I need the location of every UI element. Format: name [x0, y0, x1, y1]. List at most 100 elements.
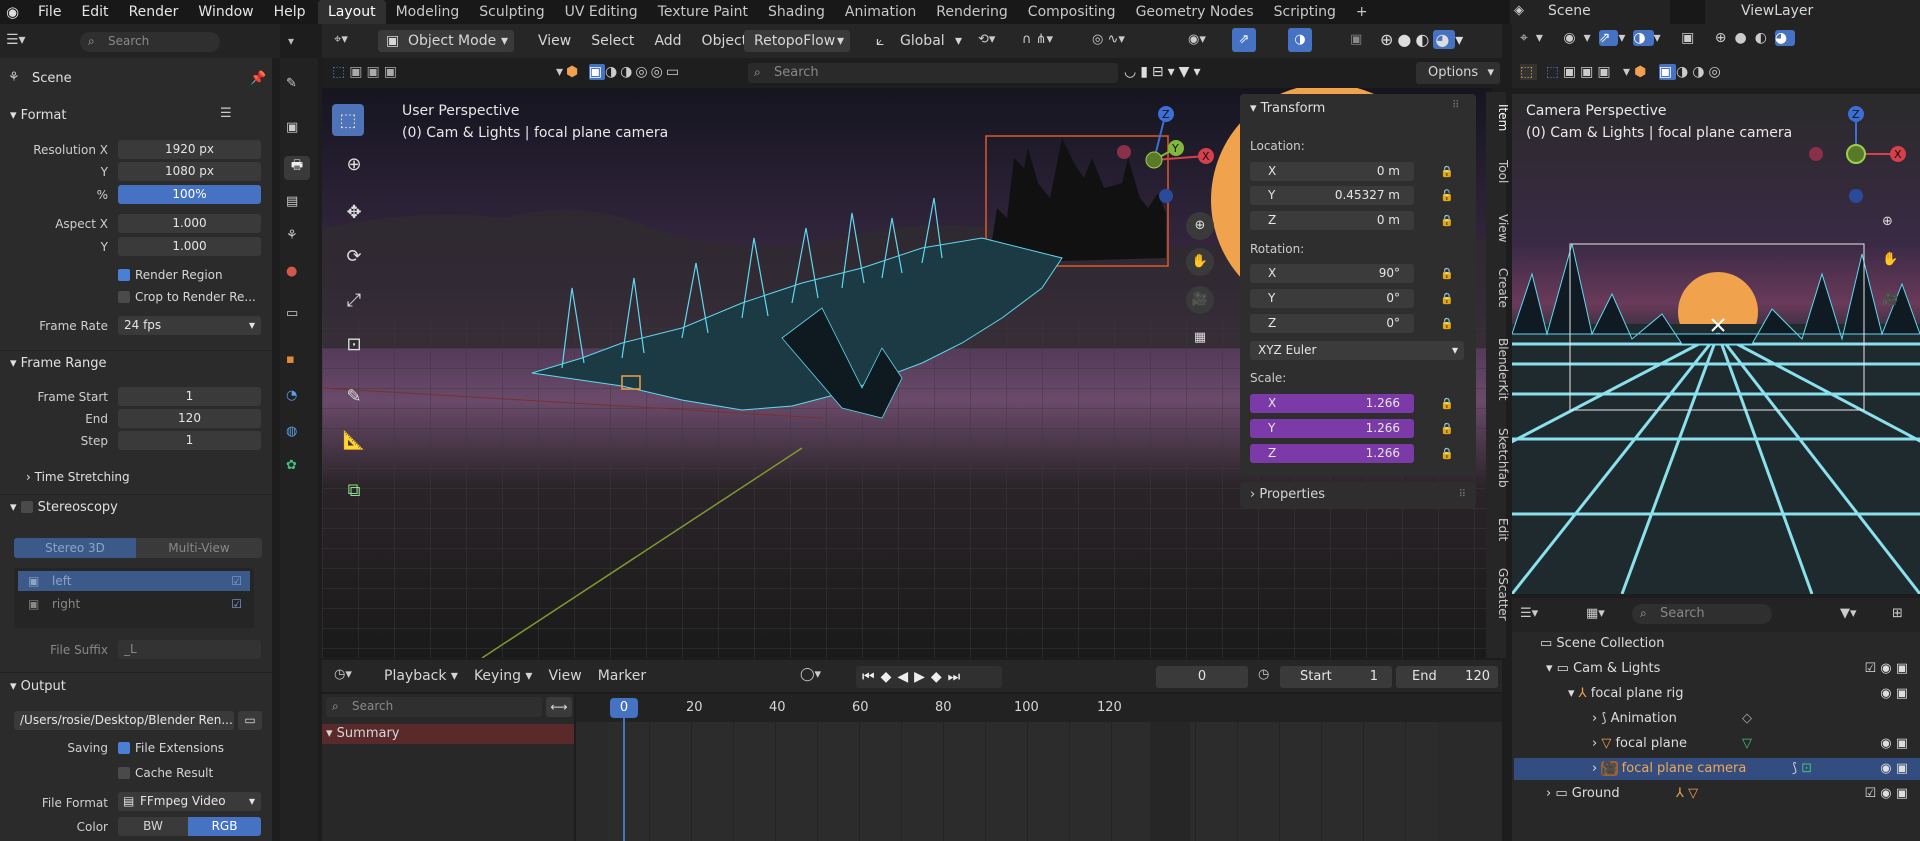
side-tab-create[interactable]: Create — [1490, 268, 1510, 308]
retopoflow-dropdown[interactable]: RetopoFlow ▾ — [744, 30, 850, 52]
outliner-editor-icon[interactable]: ☰▾ — [1520, 606, 1538, 621]
tab-scripting[interactable]: Scripting — [1264, 0, 1346, 24]
menu-help[interactable]: Help — [264, 4, 316, 20]
timeline-menu-marker[interactable]: Marker — [590, 668, 654, 684]
time-stretching-section[interactable]: › Time Stretching — [26, 470, 130, 484]
scene-selector[interactable]: ◈ Scene — [1510, 0, 1670, 24]
timeline-dopesheet[interactable]: 0 20 40 60 80 100 120 — [576, 694, 1502, 841]
tab-uv-editing[interactable]: UV Editing — [555, 0, 648, 24]
tab-texture-paint[interactable]: Texture Paint — [648, 0, 758, 24]
lock-icon[interactable]: 🔒 — [1440, 398, 1454, 409]
drag-handle-icon[interactable]: ⠿ — [1452, 100, 1459, 111]
collection-tab-icon[interactable]: ▭ — [286, 306, 298, 321]
format-section-header[interactable]: ▾ Format — [10, 108, 66, 123]
tool-tab-icon[interactable]: ✎ — [286, 76, 297, 91]
side-tab-gscatter[interactable]: GScatter — [1490, 568, 1510, 621]
viewport-menu-add[interactable]: Add — [644, 33, 691, 49]
output-path-field[interactable]: /Users/rosie/Desktop/Blender Ren... — [14, 711, 234, 730]
data-tab-icon[interactable]: ✿ — [286, 458, 297, 473]
view-right-checkbox[interactable]: ☑ — [231, 594, 242, 614]
timeline-start-field[interactable]: Start 1 — [1280, 666, 1392, 688]
frame-step-field[interactable]: 1 — [118, 431, 261, 450]
display-mode-icons[interactable]: ▾⬢ ▣◑◑◎◎▭ — [556, 64, 682, 80]
outliner-row-focal-plane-rig[interactable]: ▾ ⅄ focal plane rig ◉ ▣ — [1568, 683, 1916, 705]
location-z-field[interactable]: Z 0 m — [1250, 211, 1414, 230]
side-tab-view[interactable]: View — [1490, 214, 1510, 242]
proportional-edit-icon[interactable]: ◎ ∿▾ — [1092, 32, 1125, 47]
lock-icon[interactable]: 🔒 — [1440, 166, 1454, 177]
viewport-editor-icon[interactable]: ⌖▾ — [334, 32, 348, 47]
select-box-tool[interactable]: ⬚ — [332, 104, 364, 136]
visibility-icon[interactable]: ◉▾ — [1188, 32, 1206, 47]
add-workspace-icon[interactable]: + — [1346, 0, 1378, 24]
outliner-row-focal-plane-camera-content[interactable]: › 🎥 focal plane camera ⟆ ⊡ ◉ ▣ — [1592, 758, 1916, 780]
rotation-y-field[interactable]: Y 0° — [1250, 289, 1414, 308]
scale-y-field[interactable]: Y 1.266 — [1250, 419, 1414, 438]
tab-sculpting[interactable]: Sculpting — [469, 0, 554, 24]
camera-header-icons[interactable]: ⌖▾ ◉▾⇗▾◑▾ ▣ ⊕●◐◕ — [1520, 30, 1796, 46]
playback-controls[interactable]: ⏮◆◀▶◆⏭ — [856, 666, 1002, 688]
tab-compositing[interactable]: Compositing — [1018, 0, 1126, 24]
tab-modeling[interactable]: Modeling — [386, 0, 470, 24]
stereo-3d-tab[interactable]: Stereo 3D — [14, 538, 136, 558]
orientation-dropdown[interactable]: ⟀ Global ▾ — [872, 30, 962, 52]
timeline-menu-playback[interactable]: Playback ▾ — [376, 668, 466, 684]
lock-icon[interactable]: 🔒 — [1440, 268, 1454, 279]
lock-icon[interactable]: 🔒 — [1440, 318, 1454, 329]
select-mode-icons[interactable]: ⬚▣▣▣ — [332, 64, 401, 80]
frame-end-field[interactable]: 120 — [118, 409, 261, 428]
transform-section-header[interactable]: ▾ Transform — [1250, 101, 1325, 116]
xray-icon[interactable]: ▣ — [1350, 32, 1362, 47]
resolution-pct-field[interactable]: 100% — [118, 185, 261, 204]
new-collection-icon[interactable]: ⊞ — [1892, 606, 1903, 621]
scale-z-field[interactable]: Z 1.266 — [1250, 444, 1414, 463]
rotation-x-field[interactable]: X 90° — [1250, 264, 1414, 283]
stereoscopy-section-header[interactable]: ▾ Stereoscopy — [10, 500, 118, 515]
lock-icon[interactable]: 🔒 — [1440, 293, 1454, 304]
object-mode-dropdown[interactable]: ▣ Object Mode ▾ — [378, 30, 514, 52]
outliner-search[interactable]: ⌕ Search — [1632, 604, 1772, 624]
viewlayer-selector[interactable]: ViewLayer — [1705, 0, 1920, 24]
measure-tool[interactable]: 📐 — [338, 424, 370, 456]
side-tab-sketchfab[interactable]: Sketchfab — [1490, 428, 1510, 488]
rotate-tool[interactable]: ⟳ — [338, 240, 370, 272]
editor-type-icon[interactable]: ☰▾ — [6, 32, 26, 48]
side-tab-tool[interactable]: Tool — [1490, 160, 1510, 183]
viewport-menu-select[interactable]: Select — [581, 33, 644, 49]
camera-navigation-gizmo[interactable]: Z X — [1806, 104, 1910, 208]
camera-view-icon[interactable]: 🎥 — [1186, 286, 1214, 314]
frame-start-field[interactable]: 1 — [118, 387, 261, 406]
transform-tool[interactable]: ⊡ — [338, 328, 370, 360]
file-extensions-checkbox[interactable]: File Extensions — [118, 741, 224, 755]
overlay-toggle-icon[interactable]: ◑ — [1288, 28, 1312, 52]
cursor-tool[interactable]: ⊕ — [338, 148, 370, 180]
row-toggle-icons[interactable]: ☑ ◉ ▣ — [1864, 783, 1908, 805]
row-toggle-icons[interactable]: ◉ ▣ — [1880, 683, 1908, 705]
multi-view-tab[interactable]: Multi-View — [136, 538, 262, 558]
pan-hand-icon[interactable]: ✋ — [1882, 252, 1898, 267]
swap-icon[interactable]: ⟷ — [546, 697, 572, 717]
row-toggle-icons[interactable]: ◉ ▣ — [1880, 758, 1908, 780]
presets-icon[interactable]: ☰ — [220, 106, 232, 121]
menu-edit[interactable]: Edit — [71, 4, 118, 20]
properties-search[interactable]: ⌕ Search — [80, 32, 220, 52]
zoom-icon[interactable]: ⊕ — [1882, 214, 1893, 229]
annotate-tool[interactable]: ✎ — [338, 380, 370, 412]
tab-rendering[interactable]: Rendering — [926, 0, 1018, 24]
outliner-display-mode[interactable]: ▦▾ — [1586, 606, 1605, 621]
zoom-icon[interactable]: ⊕ — [1186, 212, 1214, 240]
location-x-field[interactable]: X 0 m — [1250, 162, 1414, 181]
side-tab-edit[interactable]: Edit — [1490, 518, 1510, 541]
shading-modes[interactable]: ⊕●◐ ◕ ▾ — [1380, 30, 1467, 49]
lock-icon[interactable]: 🔒 — [1440, 423, 1454, 434]
tab-layout[interactable]: Layout — [318, 0, 386, 24]
modifier-tab-icon[interactable]: ◔ — [286, 388, 297, 403]
tab-geometry-nodes[interactable]: Geometry Nodes — [1126, 0, 1264, 24]
color-rgb-button[interactable]: RGB — [188, 817, 261, 836]
outliner-row-ground[interactable]: › ▭ Ground ⅄ ▽ ☑ ◉ ▣ — [1546, 783, 1916, 805]
pan-hand-icon[interactable]: ✋ — [1186, 248, 1214, 276]
viewport-search[interactable]: ⌕ Search — [748, 63, 1118, 83]
render-region-checkbox[interactable]: Render Region — [118, 268, 223, 282]
camera-select-icons[interactable]: ⬚ ⬚▣▣▣ ▾⬢ ▣◑◑◎ — [1520, 64, 1725, 80]
rotation-mode-dropdown[interactable]: XYZ Euler ▾ — [1250, 341, 1464, 360]
